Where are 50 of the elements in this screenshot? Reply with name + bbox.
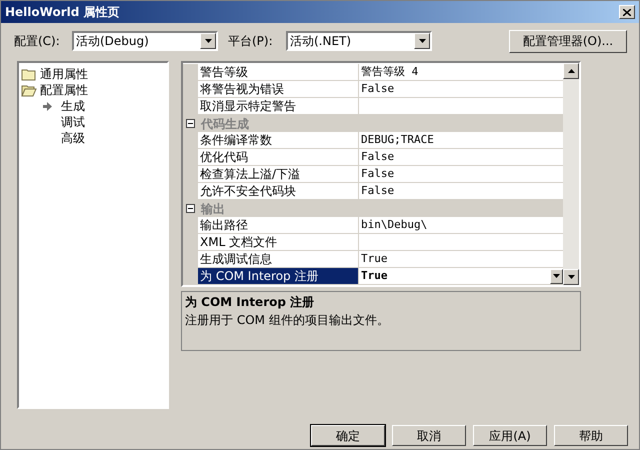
property-name[interactable]: 允许不安全代码块 — [198, 183, 358, 200]
property-name[interactable]: 检查算法上溢/下溢 — [198, 166, 358, 183]
platform-label: 平台(P): — [228, 33, 274, 50]
platform-dropdown[interactable]: 活动(.NET) — [286, 31, 432, 51]
dropdown-arrow-icon — [418, 39, 426, 43]
dropdown-arrow-icon — [553, 274, 560, 278]
property-value[interactable]: False — [358, 149, 563, 166]
tree-item[interactable]: 生成 — [61, 97, 85, 115]
category-header: 输出 — [201, 200, 225, 218]
property-name[interactable]: 生成调试信息 — [198, 251, 358, 268]
property-name[interactable]: 输出路径 — [198, 217, 358, 234]
property-name[interactable]: 取消显示特定警告 — [198, 98, 358, 115]
property-value[interactable]: False — [358, 81, 563, 98]
value-field[interactable]: True — [358, 268, 563, 285]
scroll-down-icon — [568, 275, 574, 279]
property-name[interactable]: 条件编译常数 — [198, 132, 358, 149]
dialog-button[interactable]: 应用(A) — [473, 425, 547, 446]
category-header: 代码生成 — [201, 116, 249, 132]
tree-item[interactable]: 调试 — [61, 113, 85, 131]
close-icon — [623, 8, 631, 16]
dialog-button[interactable]: 帮助 — [554, 425, 628, 446]
dialog-button[interactable]: 取消 — [392, 425, 466, 446]
collapse-icon[interactable] — [186, 204, 195, 213]
property-value[interactable]: False — [358, 166, 563, 183]
property-value[interactable]: bin\Debug\ — [358, 217, 563, 234]
tree-item[interactable]: 通用属性 — [40, 65, 88, 83]
config-label: 配置(C): — [14, 33, 61, 50]
property-value[interactable]: 警告等级 4 — [358, 64, 563, 81]
property-value[interactable]: True — [358, 251, 563, 268]
property-name[interactable]: 为 COM Interop 注册 — [198, 268, 358, 285]
close-button[interactable] — [619, 5, 635, 19]
tree-item[interactable]: 配置属性 — [40, 81, 88, 99]
description-title: 为 COM Interop 注册 — [185, 294, 316, 311]
collapse-icon[interactable] — [186, 119, 195, 128]
property-name[interactable]: XML 文档文件 — [198, 234, 358, 251]
property-name[interactable]: 警告等级 — [198, 64, 358, 81]
dropdown-button[interactable] — [550, 268, 563, 284]
property-name[interactable]: 将警告视为错误 — [198, 81, 358, 98]
scroll-up-icon — [568, 69, 574, 73]
window-title: HelloWorld 属性页 — [5, 4, 120, 21]
config-manager-button[interactable]: 配置管理器(O)... — [509, 30, 627, 52]
scrollbar[interactable] — [563, 63, 579, 285]
property-value[interactable]: False — [358, 183, 563, 200]
property-name[interactable]: 优化代码 — [198, 149, 358, 166]
dialog-button[interactable]: 确定 — [311, 425, 385, 446]
property-value[interactable]: DEBUG;TRACE — [358, 132, 563, 149]
dropdown-arrow-icon — [204, 39, 212, 43]
description-text: 注册用于 COM 组件的项目输出文件。 — [185, 312, 390, 329]
tree-item[interactable]: 高级 — [61, 129, 85, 147]
config-dropdown[interactable]: 活动(Debug) — [72, 31, 218, 51]
